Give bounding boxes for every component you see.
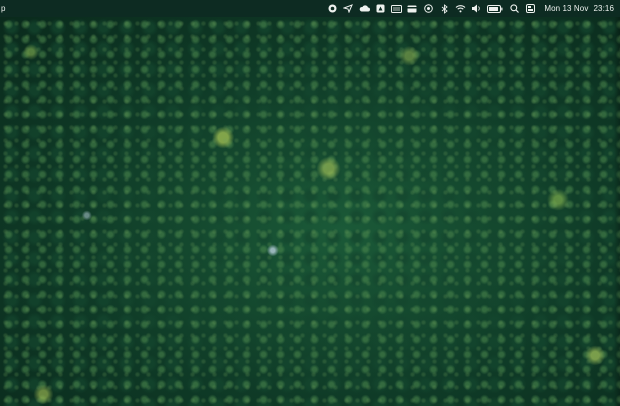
app-menu-fragment[interactable]: p: [1, 4, 5, 13]
battery-icon[interactable]: [484, 0, 506, 17]
menu-bar-date: Mon 13 Nov: [544, 4, 589, 13]
desktop-wallpaper: [0, 17, 620, 406]
volume-icon[interactable]: [468, 0, 484, 17]
record-icon[interactable]: [324, 0, 340, 17]
drive-icon[interactable]: [372, 0, 388, 17]
cloud-sync-icon[interactable]: [356, 0, 372, 17]
keyboard-icon[interactable]: [388, 0, 404, 17]
screen-edge-shadow: [614, 17, 620, 406]
card-icon[interactable]: [404, 0, 420, 17]
paper-plane-icon[interactable]: [340, 0, 356, 17]
menu-bar-clock[interactable]: Mon 13 Nov 23:16: [544, 4, 614, 13]
wifi-icon[interactable]: [452, 0, 468, 17]
menu-bar-left: p: [0, 4, 5, 13]
search-icon[interactable]: [506, 0, 522, 17]
menu-bar: p Mon 13 Nov 23:16: [0, 0, 620, 17]
menu-bar-time: 23:16: [593, 4, 614, 13]
control-center-icon[interactable]: [522, 0, 538, 17]
target-icon[interactable]: [420, 0, 436, 17]
bluetooth-icon[interactable]: [436, 0, 452, 17]
status-area: Mon 13 Nov 23:16: [324, 0, 620, 17]
